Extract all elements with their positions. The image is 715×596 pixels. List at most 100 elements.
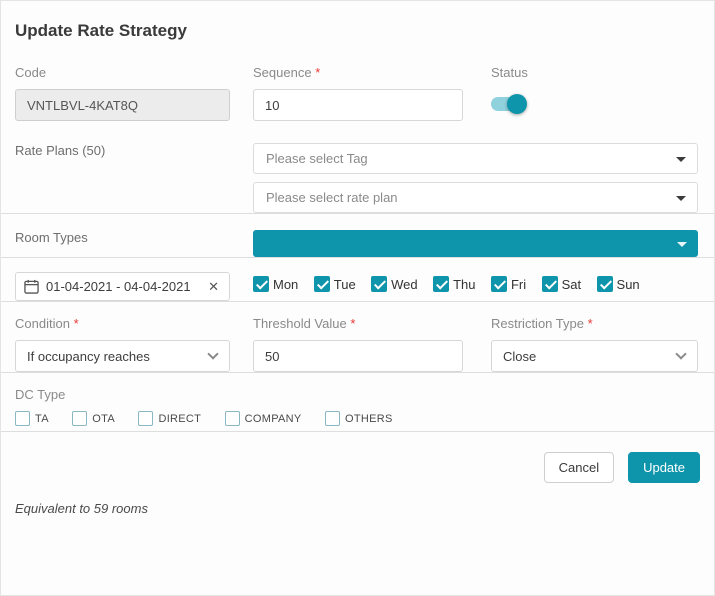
dc-option-label: OTHERS [345, 413, 393, 425]
checkbox-unchecked-icon [138, 411, 153, 426]
rate-plans-row: Rate Plans (50) Please select Tag Please… [15, 143, 700, 213]
dc-option-label: COMPANY [245, 413, 302, 425]
restriction-value: Close [503, 349, 536, 364]
update-button[interactable]: Update [628, 452, 700, 483]
rate-plan-placeholder: Please select rate plan [266, 190, 398, 205]
page-title: Update Rate Strategy [15, 21, 700, 41]
caret-down-icon [676, 157, 686, 162]
weekday-checkbox-sun[interactable]: Sun [597, 276, 640, 292]
status-field-group: Status [491, 65, 528, 119]
dc-type-label: DC Type [15, 387, 700, 402]
dc-type-checkboxes: TA OTA DIRECT COMPANY OTHERS [15, 411, 700, 431]
threshold-input[interactable]: 50 [253, 340, 463, 372]
code-field-group: Code VNTLBVL-4KAT8Q [15, 65, 230, 121]
room-types-label-col: Room Types [15, 230, 253, 254]
checkbox-unchecked-icon [72, 411, 87, 426]
required-asterisk: * [350, 316, 355, 331]
threshold-value: 50 [265, 349, 279, 364]
threshold-label-text: Threshold Value [253, 316, 347, 331]
sequence-label: Sequence * [253, 65, 463, 80]
weekday-label: Sat [562, 277, 582, 292]
weekday-label: Sun [617, 277, 640, 292]
checkbox-checked-icon [491, 276, 507, 292]
checkbox-checked-icon [314, 276, 330, 292]
threshold-field-group: Threshold Value * 50 [253, 316, 463, 372]
dc-checkbox-others[interactable]: OTHERS [325, 411, 393, 426]
dc-checkbox-company[interactable]: COMPANY [225, 411, 302, 426]
code-value: VNTLBVL-4KAT8Q [27, 98, 138, 113]
sequence-field-group: Sequence * 10 [253, 65, 463, 121]
weekday-label: Thu [453, 277, 475, 292]
checkbox-checked-icon [371, 276, 387, 292]
required-asterisk: * [588, 316, 593, 331]
calendar-icon[interactable] [24, 279, 39, 294]
condition-label-text: Condition [15, 316, 70, 331]
required-asterisk: * [74, 316, 79, 331]
checkbox-checked-icon [542, 276, 558, 292]
weekday-label: Tue [334, 277, 356, 292]
sequence-value: 10 [265, 98, 279, 113]
room-types-row: Room Types [15, 230, 700, 257]
condition-label: Condition * [15, 316, 230, 331]
weekday-checkbox-wed[interactable]: Wed [371, 276, 418, 292]
weekday-checkbox-sat[interactable]: Sat [542, 276, 582, 292]
status-toggle[interactable] [491, 94, 527, 114]
restriction-label: Restriction Type * [491, 316, 698, 331]
clear-date-icon[interactable]: ✕ [206, 279, 221, 295]
room-types-select-col [253, 230, 698, 257]
restriction-select[interactable]: Close [491, 340, 698, 372]
weekday-label: Wed [391, 277, 418, 292]
checkbox-checked-icon [253, 276, 269, 292]
weekday-checkbox-fri[interactable]: Fri [491, 276, 526, 292]
tag-select-placeholder: Please select Tag [266, 151, 368, 166]
rate-plans-selects: Please select Tag Please select rate pla… [253, 143, 698, 213]
code-sequence-status-row: Code VNTLBVL-4KAT8Q Sequence * 10 Status [15, 65, 700, 121]
date-range-field[interactable]: 01-04-2021 - 04-04-2021 ✕ [15, 272, 230, 301]
dc-type-section: DC Type TA OTA DIRECT COMPANY OTHERS [15, 387, 700, 431]
tag-select[interactable]: Please select Tag [253, 143, 698, 174]
cancel-button[interactable]: Cancel [544, 452, 614, 483]
weekday-checkbox-mon[interactable]: Mon [253, 276, 298, 292]
rate-plan-select[interactable]: Please select rate plan [253, 182, 698, 213]
checkbox-checked-icon [597, 276, 613, 292]
dc-checkbox-ta[interactable]: TA [15, 411, 49, 426]
code-input: VNTLBVL-4KAT8Q [15, 89, 230, 121]
dc-option-label: TA [35, 413, 49, 425]
checkbox-unchecked-icon [225, 411, 240, 426]
divider [1, 372, 714, 373]
room-types-select[interactable] [253, 230, 698, 257]
caret-down-icon [676, 196, 686, 201]
dc-option-label: DIRECT [158, 413, 201, 425]
status-label: Status [491, 65, 528, 80]
toggle-knob-icon [507, 94, 527, 114]
code-label: Code [15, 65, 230, 80]
required-asterisk: * [315, 65, 320, 80]
rate-plans-label: Rate Plans (50) [15, 143, 253, 158]
condition-row: Condition * If occupancy reaches Thresho… [15, 316, 700, 372]
sequence-input[interactable]: 10 [253, 89, 463, 121]
caret-down-icon [677, 242, 687, 247]
equivalent-rooms-note: Equivalent to 59 rooms [15, 501, 700, 516]
dc-checkbox-ota[interactable]: OTA [72, 411, 115, 426]
checkbox-unchecked-icon [15, 411, 30, 426]
condition-select[interactable]: If occupancy reaches [15, 340, 230, 372]
dc-checkbox-direct[interactable]: DIRECT [138, 411, 201, 426]
weekday-checkboxes: Mon Tue Wed Thu Fri Sat [253, 276, 651, 297]
chevron-down-icon [207, 348, 218, 359]
update-rate-strategy-form: Update Rate Strategy Code VNTLBVL-4KAT8Q… [0, 0, 715, 596]
checkbox-unchecked-icon [325, 411, 340, 426]
weekday-label: Fri [511, 277, 526, 292]
restriction-label-text: Restriction Type [491, 316, 584, 331]
condition-field-group: Condition * If occupancy reaches [15, 316, 230, 372]
condition-value: If occupancy reaches [27, 349, 150, 364]
room-types-label: Room Types [15, 230, 253, 245]
restriction-field-group: Restriction Type * Close [491, 316, 698, 372]
weekday-checkbox-thu[interactable]: Thu [433, 276, 475, 292]
weekday-checkbox-tue[interactable]: Tue [314, 276, 356, 292]
date-days-row: 01-04-2021 - 04-04-2021 ✕ Mon Tue Wed Th… [15, 272, 700, 301]
divider [1, 301, 714, 302]
checkbox-checked-icon [433, 276, 449, 292]
divider [1, 257, 714, 258]
rate-plans-label-col: Rate Plans (50) [15, 143, 253, 167]
weekday-label: Mon [273, 277, 298, 292]
